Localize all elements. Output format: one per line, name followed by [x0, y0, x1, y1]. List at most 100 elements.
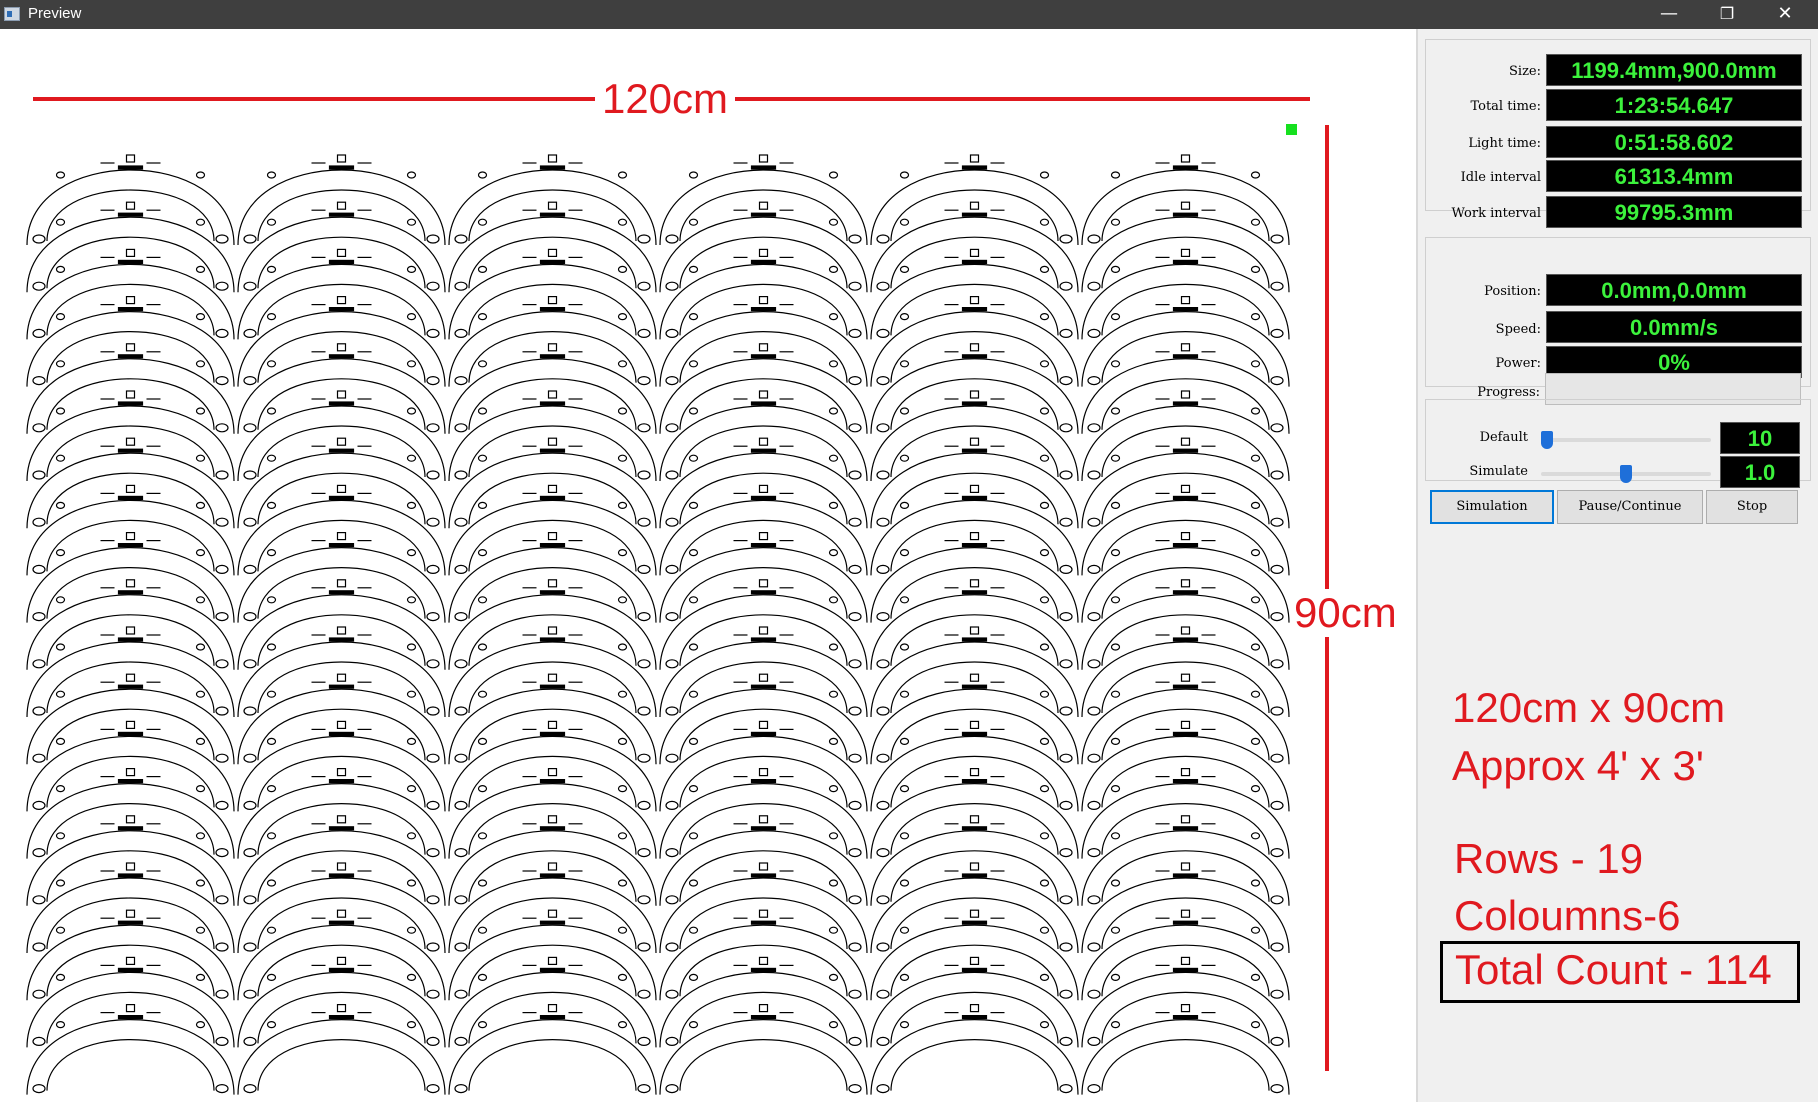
part-outline: [237, 673, 446, 765]
part-outline: [1081, 767, 1290, 859]
part-outline: [26, 484, 235, 576]
part-outline: [26, 673, 235, 765]
pause-continue-button[interactable]: Pause/Continue: [1557, 490, 1703, 524]
cut-layout-drawing: 120cm: [26, 75, 1329, 1095]
part-outline: [237, 296, 446, 387]
part-outline: [1081, 720, 1290, 812]
stop-button[interactable]: Stop: [1706, 490, 1798, 524]
width-dimension-label: 120cm: [602, 75, 728, 122]
part-outline: [1081, 579, 1290, 670]
simulate-speed-slider[interactable]: [1541, 465, 1711, 483]
default-speed-slider-thumb[interactable]: [1541, 431, 1553, 449]
total-time-label: Total time:: [1470, 99, 1541, 114]
simulation-button[interactable]: Simulation: [1430, 490, 1554, 524]
default-speed-value[interactable]: 10: [1720, 422, 1800, 454]
window-title: Preview: [28, 5, 82, 22]
part-outline: [870, 532, 1079, 623]
part-outline: [237, 862, 446, 954]
part-outline: [1081, 296, 1290, 387]
part-outline: [26, 720, 235, 812]
total-time-value: 1:23:54.647: [1546, 89, 1802, 121]
simulate-speed-value[interactable]: 1.0: [1720, 456, 1800, 488]
part-outline: [448, 626, 657, 718]
part-outline: [237, 532, 446, 623]
annotation-columns: Coloumns-6: [1454, 892, 1681, 939]
part-outline: [1081, 956, 1290, 1048]
height-dimension-label: 90cm: [1294, 589, 1397, 637]
simulate-speed-slider-thumb[interactable]: [1620, 465, 1632, 483]
preview-canvas[interactable]: 120cm 90cm: [0, 29, 1418, 1102]
part-outline: [26, 343, 235, 434]
part-outline: [659, 437, 868, 529]
part-outline: [1081, 673, 1290, 765]
part-outline: [659, 626, 868, 718]
part-outline: [1081, 390, 1290, 482]
light-time-value: 0:51:58.602: [1546, 126, 1802, 158]
part-outline: [870, 201, 1079, 293]
part-outline: [237, 909, 446, 1001]
position-value: 0.0mm,0.0mm: [1546, 274, 1802, 306]
part-outline: [26, 390, 235, 482]
part-outline: [870, 343, 1079, 434]
part-outline: [659, 248, 868, 340]
part-outline: [448, 296, 657, 387]
part-outline: [870, 626, 1079, 718]
part-outline: [26, 579, 235, 670]
part-outline: [448, 1003, 657, 1095]
part-outline: [659, 296, 868, 387]
maximize-button[interactable]: ❐: [1704, 0, 1750, 29]
part-outline: [870, 720, 1079, 812]
part-outline: [448, 484, 657, 576]
part-outline: [448, 767, 657, 859]
part-outline: [659, 956, 868, 1048]
part-outline: [26, 1003, 235, 1095]
part-outline: [26, 532, 235, 623]
part-outline: [448, 390, 657, 482]
part-outline: [26, 815, 235, 906]
work-interval-label: Work interval: [1451, 206, 1541, 221]
part-outline: [448, 956, 657, 1048]
part-outline: [870, 390, 1079, 482]
part-outline: [237, 720, 446, 812]
part-outline: [237, 579, 446, 670]
part-outline: [870, 154, 1079, 246]
part-outline: [1081, 532, 1290, 623]
part-outline: [237, 201, 446, 293]
default-speed-label: Default: [1479, 430, 1528, 445]
idle-interval-label: Idle interval: [1460, 170, 1541, 185]
position-label: Position:: [1484, 284, 1541, 299]
part-outline: [659, 484, 868, 576]
title-bar: Preview — ❐ ✕: [0, 0, 1818, 29]
part-outline: [26, 626, 235, 718]
part-outline: [870, 767, 1079, 859]
part-outline: [659, 862, 868, 954]
work-interval-value: 99795.3mm: [1546, 196, 1802, 228]
part-outline: [659, 343, 868, 434]
part-outline: [659, 767, 868, 859]
part-outline: [659, 1003, 868, 1095]
light-time-label: Light time:: [1468, 136, 1541, 151]
part-outline: [870, 909, 1079, 1001]
part-outline: [237, 1003, 446, 1095]
part-outline: [1081, 201, 1290, 293]
annotation-total-count: Total Count - 114: [1455, 946, 1772, 993]
annotation-rows: Rows - 19: [1454, 835, 1644, 882]
part-outline: [659, 201, 868, 293]
part-outline: [1081, 437, 1290, 529]
part-outline: [237, 154, 446, 246]
part-outline: [26, 909, 235, 1001]
origin-marker: [1286, 124, 1297, 135]
part-outline: [26, 437, 235, 529]
size-label: Size:: [1509, 64, 1541, 79]
part-outline: [237, 484, 446, 576]
part-outline: [870, 862, 1079, 954]
part-outline: [659, 909, 868, 1001]
part-outline: [1081, 1003, 1290, 1095]
part-outline: [448, 720, 657, 812]
default-speed-slider[interactable]: [1541, 431, 1711, 449]
minimize-button[interactable]: —: [1646, 0, 1692, 29]
part-outline: [448, 201, 657, 293]
part-outline: [237, 767, 446, 859]
simulate-speed-label: Simulate: [1469, 464, 1528, 479]
close-button[interactable]: ✕: [1762, 0, 1808, 29]
